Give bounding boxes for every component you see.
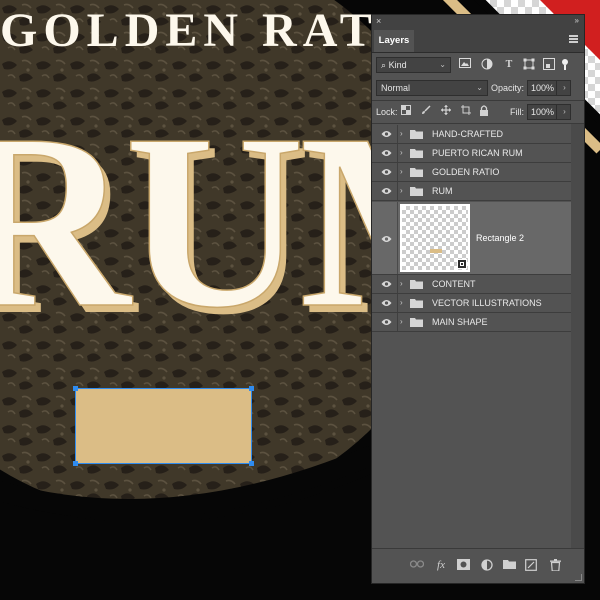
folder-icon [410,299,423,308]
blend-mode-dropdown[interactable]: Normal ⌄ [376,80,488,96]
brush-icon[interactable] [420,105,432,117]
close-icon[interactable]: × [376,16,381,27]
chevron-down-icon: ⌄ [439,60,446,69]
divider [372,100,584,101]
layer-name: PUERTO RICAN RUM [432,148,523,158]
visibility-eye-icon[interactable] [381,235,392,243]
folder-icon [410,168,423,177]
transform-handle[interactable] [249,461,254,466]
layer-row-vector-illustrations[interactable]: › VECTOR ILLUSTRATIONS [372,294,571,313]
shape-icon[interactable] [522,58,536,72]
folder-icon [410,318,423,327]
divider [372,123,584,124]
expand-caret-icon[interactable]: › [400,297,403,309]
visibility-eye-icon[interactable] [381,149,392,157]
visibility-eye-icon[interactable] [381,280,392,288]
visibility-eye-icon[interactable] [381,130,392,138]
fill-value: 100% [531,107,555,117]
panel-title-bar: × » [372,15,584,28]
layer-thumbnail[interactable] [400,204,470,272]
smart-object-icon[interactable] [542,58,556,72]
layer-name: Rectangle 2 [476,233,525,243]
search-icon: ⌕ [381,60,387,70]
folder-icon [410,280,423,289]
filter-kind-dropdown[interactable]: ⌕ Kind ⌄ [376,57,451,73]
expand-caret-icon[interactable]: › [400,185,403,197]
layer-row-golden-ratio[interactable]: › GOLDEN RATIO [372,163,571,182]
adjustment-layer-icon[interactable] [480,559,494,572]
adjustment-icon[interactable] [480,58,494,72]
layer-name: RUM [432,186,453,196]
layer-name: HAND-CRAFTED [432,129,503,139]
delete-icon[interactable] [548,559,562,572]
chevron-down-icon: ⌄ [476,83,483,92]
move-icon[interactable] [440,105,452,117]
new-layer-icon[interactable] [524,559,538,572]
layer-row-content[interactable]: › CONTENT [372,275,571,294]
lock-icon[interactable] [478,105,490,117]
layers-panel: × » Layers ⌕ Kind ⌄ T Normal ⌄ Opacity: … [371,14,585,584]
hamburger-icon[interactable] [569,35,578,43]
thumbnail-shape [430,249,442,253]
blend-mode-value: Normal [381,83,411,93]
visibility-eye-icon[interactable] [381,299,392,307]
panel-tab-bar: Layers [372,28,584,53]
layer-row-main-shape[interactable]: › MAIN SHAPE [372,313,571,332]
expand-caret-icon[interactable]: › [400,147,403,159]
mask-icon[interactable] [456,559,470,572]
expand-caret-icon[interactable]: › [400,128,403,140]
transform-handle[interactable] [73,386,78,391]
transform-handle[interactable] [73,461,78,466]
layer-row-rectangle-2[interactable]: Rectangle 2 [372,202,571,275]
type-icon[interactable]: T [502,58,516,72]
filter-toggle-stem [564,65,566,70]
layer-row-puerto-rican-rum[interactable]: › PUERTO RICAN RUM [372,144,571,163]
fill-slider-button[interactable]: › [556,104,572,120]
image-icon[interactable] [458,58,472,72]
collapse-icon[interactable]: » [575,15,580,27]
shape-layer-badge-icon [457,259,467,269]
opacity-label: Opacity: [491,83,525,93]
folder-icon [410,130,423,139]
visibility-eye-icon[interactable] [381,318,392,326]
opacity-value: 100% [531,83,555,93]
expand-caret-icon[interactable]: › [400,278,403,290]
resize-grip-icon[interactable] [575,574,582,581]
tab-layers[interactable]: Layers [374,30,414,52]
layer-name: GOLDEN RATIO [432,167,500,177]
filter-kind-label: Kind [388,60,407,70]
lock-transparent-icon[interactable] [400,105,412,117]
layer-row-rum[interactable]: › RUM [372,182,571,201]
layer-name: VECTOR ILLUSTRATIONS [432,298,542,308]
visibility-eye-icon[interactable] [381,168,392,176]
layers-scrollbar[interactable] [571,124,584,550]
layer-row-hand-crafted[interactable]: › HAND-CRAFTED [372,125,571,144]
link-icon[interactable] [409,559,425,572]
rectangle-2-shape[interactable] [75,388,252,464]
opacity-slider-button[interactable]: › [556,80,572,96]
artboard-icon[interactable] [460,105,472,117]
folder-icon [410,187,423,196]
transform-handle[interactable] [249,386,254,391]
layer-name: MAIN SHAPE [432,317,488,327]
fill-label: Fill: [510,107,524,117]
lock-label: Lock: [376,107,398,117]
layer-name: CONTENT [432,279,476,289]
fx-icon[interactable]: fx [434,559,448,572]
expand-caret-icon[interactable]: › [400,166,403,178]
visibility-eye-icon[interactable] [381,187,392,195]
new-group-icon[interactable] [502,559,516,572]
panel-bottom-toolbar: fx [372,548,584,583]
folder-icon [410,149,423,158]
expand-caret-icon[interactable]: › [400,316,403,328]
